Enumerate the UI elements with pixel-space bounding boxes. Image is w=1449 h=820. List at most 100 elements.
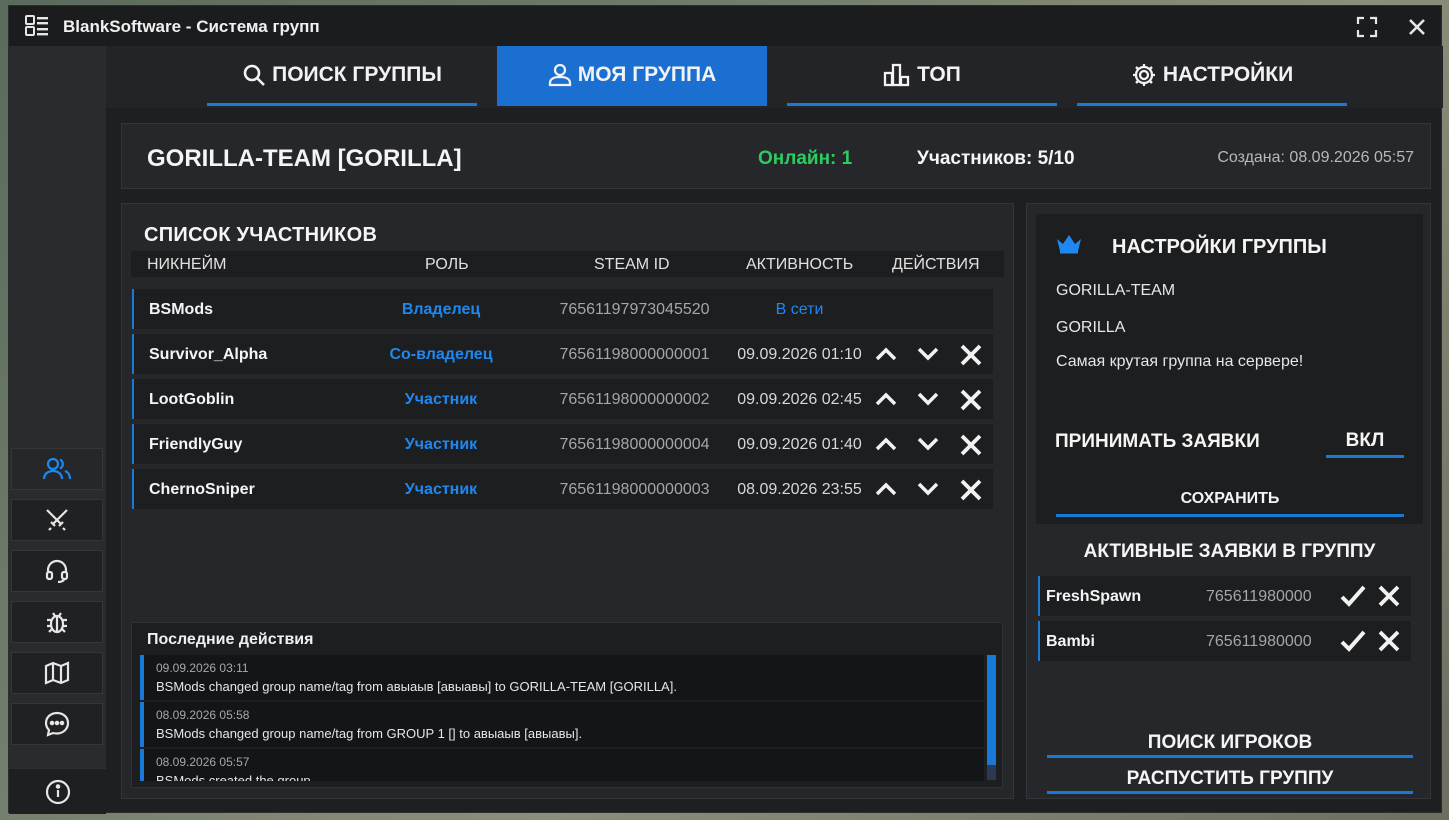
user-icon: [548, 63, 571, 86]
sidebar-item-raids[interactable]: [11, 499, 103, 541]
decline-close-icon[interactable]: [1377, 629, 1401, 658]
log-time: 08.09.2026 05:57: [156, 755, 250, 769]
member-nickname: Survivor_Alpha: [149, 346, 268, 363]
kick-close-icon[interactable]: [959, 433, 983, 462]
log-time: 08.09.2026 05:58: [156, 708, 250, 722]
tab-bar: ПОИСК ГРУППЫ МОЯ ГРУППА ТОП НАСТРОЙКИ: [106, 46, 1443, 108]
sidebar-item-map[interactable]: [11, 652, 103, 694]
created-date: Создана: 08.09.2026 05:57: [1217, 149, 1414, 166]
col-steam-id: STEAM ID: [594, 256, 670, 273]
save-button[interactable]: СОХРАНИТЬ: [1056, 484, 1404, 517]
group-name-field[interactable]: GORILLA-TEAM: [1056, 282, 1175, 300]
table-row[interactable]: FriendlyGuy Участник 76561198000000004 0…: [132, 424, 993, 464]
member-steam-id: 76561198000000002: [559, 391, 710, 408]
menu-list-icon[interactable]: [25, 15, 49, 37]
group-settings-box: НАСТРОЙКИ ГРУППЫ GORILLA-TEAM GORILLA Са…: [1036, 214, 1423, 524]
request-nickname: Bambi: [1046, 633, 1095, 650]
sidebar-item-bugs[interactable]: [11, 601, 103, 643]
sidebar: [9, 46, 106, 814]
right-panel: НАСТРОЙКИ ГРУППЫ GORILLA-TEAM GORILLA Са…: [1026, 203, 1431, 799]
group-description-field[interactable]: Самая крутая группа на сервере!: [1056, 353, 1303, 371]
log-scrollbar[interactable]: [987, 655, 996, 780]
member-nickname: BSMods: [149, 301, 213, 318]
accept-check-icon[interactable]: [1340, 629, 1366, 658]
group-name: GORILLA-TEAM [GORILLA]: [147, 145, 462, 172]
log-text: BSMods changed group name/tag from авыаы…: [156, 679, 677, 694]
member-activity: 08.09.2026 23:55: [737, 481, 862, 498]
users-icon: [43, 457, 71, 480]
crossed-swords-icon: [46, 509, 68, 531]
requests-title: АКТИВНЫЕ ЗАЯВКИ В ГРУППУ: [1083, 541, 1376, 562]
members-table-header: НИКНЕЙМ РОЛЬ STEAM ID АКТИВНОСТЬ ДЕЙСТВИ…: [131, 251, 1004, 277]
log-entry: 09.09.2026 03:11 BSMods changed group na…: [140, 655, 984, 700]
chevron-up-icon[interactable]: [874, 343, 898, 370]
info-button[interactable]: [9, 768, 106, 814]
members-count: Участников: 5/10: [917, 148, 1075, 169]
member-steam-id: 76561198000000001: [559, 346, 710, 363]
close-icon[interactable]: [1404, 14, 1430, 40]
tab-settings[interactable]: НАСТРОЙКИ: [1077, 46, 1347, 106]
table-row[interactable]: ChernoSniper Участник 76561198000000003 …: [132, 469, 993, 509]
table-row[interactable]: LootGoblin Участник 76561198000000002 09…: [132, 379, 993, 419]
table-row[interactable]: BSMods Владелец 76561197973045520 В сети: [132, 289, 993, 329]
tab-my-group[interactable]: МОЯ ГРУППА: [497, 46, 767, 106]
gear-icon: [1132, 63, 1155, 86]
member-actions: [874, 478, 989, 502]
member-role: Со-владелец: [389, 346, 493, 363]
fullscreen-icon[interactable]: [1354, 14, 1380, 40]
member-activity: 09.09.2026 01:10: [737, 346, 862, 363]
col-actions: ДЕЙСТВИЯ: [892, 256, 980, 273]
kick-close-icon[interactable]: [959, 343, 983, 372]
tab-top[interactable]: ТОП: [787, 46, 1057, 106]
request-nickname: FreshSpawn: [1046, 588, 1142, 605]
title-bar: BlankSoftware - Система групп: [9, 6, 1441, 46]
sidebar-item-support[interactable]: [11, 550, 103, 592]
member-nickname: ChernoSniper: [149, 481, 255, 498]
recent-actions-title: Последние действия: [147, 631, 314, 648]
chevron-down-icon[interactable]: [916, 388, 940, 415]
map-icon: [44, 661, 70, 685]
col-activity: АКТИВНОСТЬ: [746, 256, 854, 273]
group-tag-field[interactable]: GORILLA: [1056, 319, 1125, 337]
disband-group-button[interactable]: РАСПУСТИТЬ ГРУППУ: [1047, 764, 1413, 794]
search-icon: [243, 64, 266, 86]
log-list: 09.09.2026 03:11 BSMods changed group na…: [132, 655, 984, 781]
member-actions: [874, 343, 989, 367]
chevron-down-icon[interactable]: [916, 433, 940, 460]
chevron-up-icon[interactable]: [874, 478, 898, 505]
members-panel: СПИСОК УЧАСТНИКОВ НИКНЕЙМ РОЛЬ STEAM ID …: [121, 203, 1014, 799]
sidebar-item-group[interactable]: [11, 448, 103, 490]
member-role: Участник: [404, 391, 478, 408]
table-row[interactable]: Survivor_Alpha Со-владелец 7656119800000…: [132, 334, 993, 374]
group-header: GORILLA-TEAM [GORILLA] Онлайн: 1 Участни…: [121, 123, 1431, 189]
bar-chart-icon: [883, 63, 910, 86]
chevron-up-icon[interactable]: [874, 388, 898, 415]
member-activity: В сети: [775, 301, 824, 318]
chevron-down-icon[interactable]: [916, 343, 940, 370]
kick-close-icon[interactable]: [959, 388, 983, 417]
log-scrollbar-thumb[interactable]: [987, 655, 996, 765]
col-role: РОЛЬ: [425, 256, 469, 273]
decline-close-icon[interactable]: [1377, 584, 1401, 613]
request-steam-id: 765611980000: [1206, 588, 1312, 605]
window-title: BlankSoftware - Система групп: [63, 17, 320, 36]
members-list-title: СПИСОК УЧАСТНИКОВ: [144, 224, 378, 246]
sidebar-item-chat[interactable]: [11, 703, 103, 745]
chevron-down-icon[interactable]: [916, 478, 940, 505]
accept-check-icon[interactable]: [1340, 584, 1366, 613]
member-steam-id: 76561198000000004: [559, 436, 710, 453]
crown-icon: [1056, 234, 1082, 259]
app-window: BlankSoftware - Система групп ПОИСК ГРУП…: [8, 5, 1443, 814]
accept-requests-toggle[interactable]: ВКЛ: [1326, 427, 1404, 458]
member-actions: [874, 433, 989, 457]
member-actions: [874, 388, 989, 412]
member-nickname: FriendlyGuy: [149, 436, 243, 453]
kick-close-icon[interactable]: [959, 478, 983, 507]
find-players-button[interactable]: ПОИСК ИГРОКОВ: [1047, 728, 1413, 758]
request-row: FreshSpawn 765611980000: [1038, 576, 1411, 616]
log-entry: 08.09.2026 05:58 BSMods changed group na…: [140, 702, 984, 747]
chevron-up-icon[interactable]: [874, 433, 898, 460]
tab-search-group[interactable]: ПОИСК ГРУППЫ: [207, 46, 477, 106]
log-time: 09.09.2026 03:11: [156, 661, 249, 675]
member-role: Участник: [404, 436, 478, 453]
